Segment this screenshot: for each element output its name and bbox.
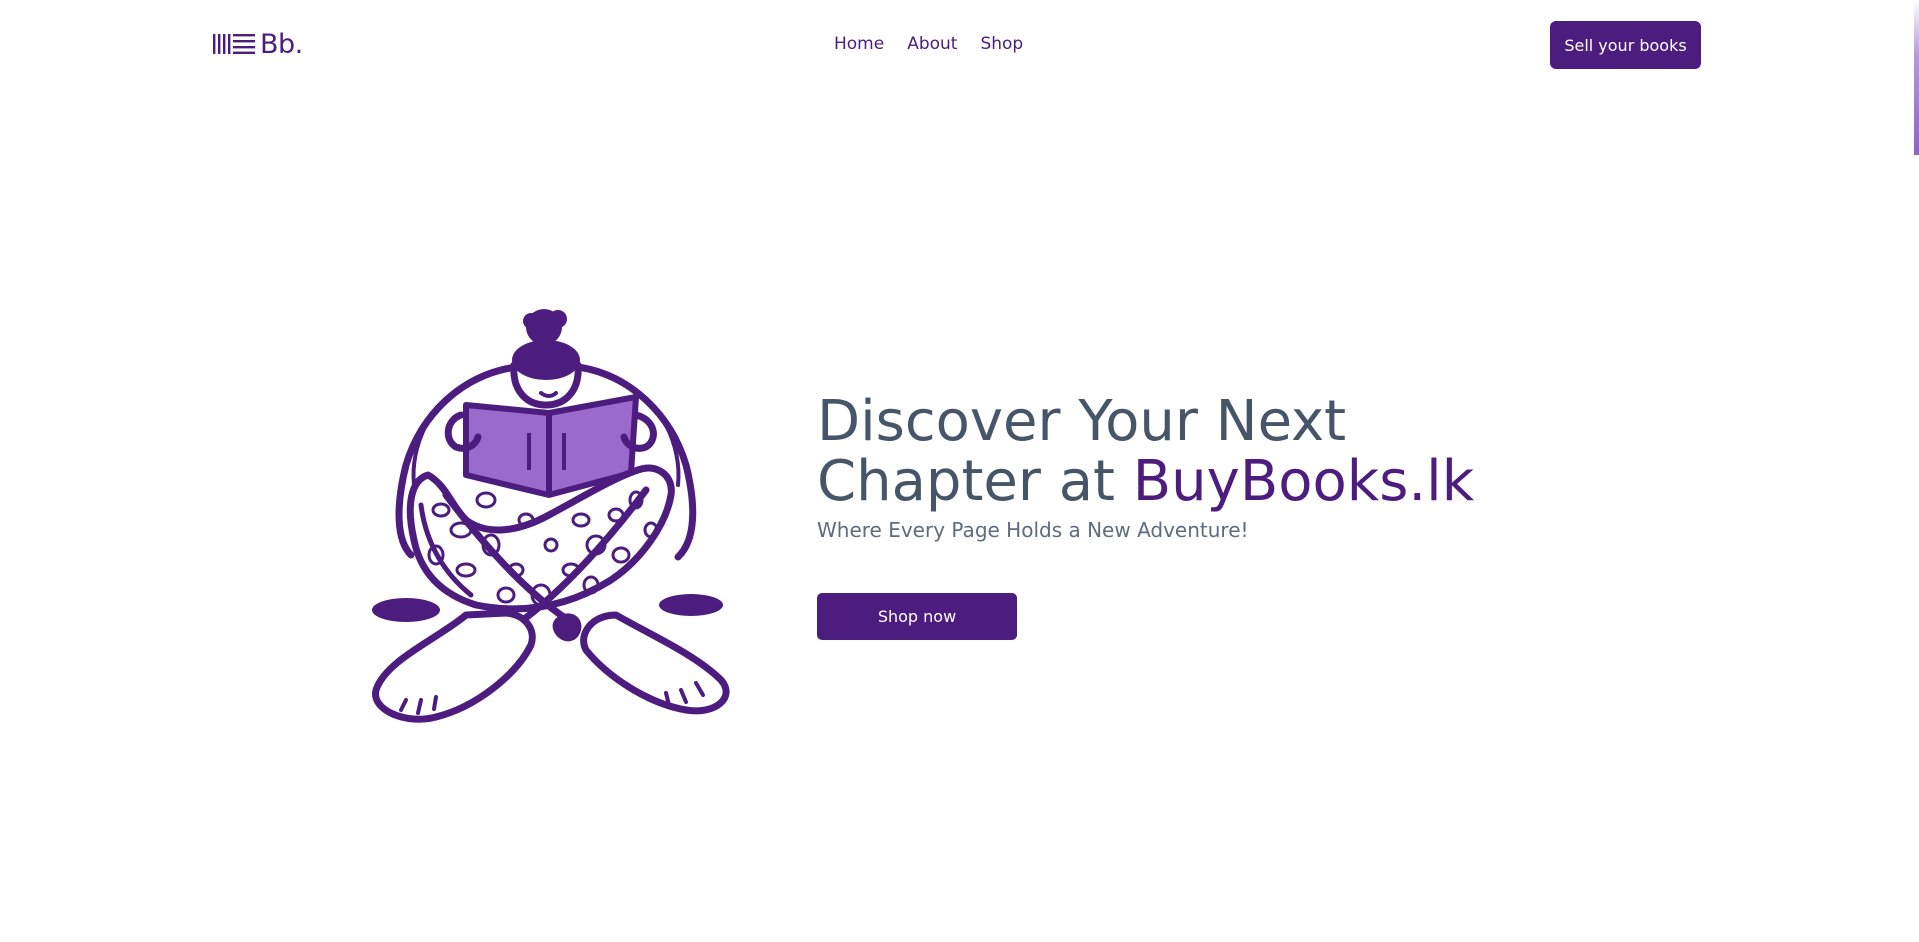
page: Bb. Home About Shop Sell your books Disc… xyxy=(0,0,1919,942)
hero-subtitle: Where Every Page Holds a New Adventure! xyxy=(817,518,1249,542)
nav-links: Home About Shop xyxy=(834,30,1046,58)
person-reading-book-illustration xyxy=(366,305,738,729)
sell-your-books-button[interactable]: Sell your books xyxy=(1550,21,1701,69)
hero-title: Discover Your Next Chapter at BuyBooks.lk xyxy=(817,392,1474,512)
nav-about-link[interactable]: About xyxy=(907,30,957,58)
logo[interactable]: Bb. xyxy=(212,28,303,60)
scrollbar[interactable] xyxy=(1914,0,1919,155)
hero-title-line2-prefix: Chapter at xyxy=(817,449,1133,514)
hero-title-line1: Discover Your Next xyxy=(817,389,1347,454)
nav-shop-link[interactable]: Shop xyxy=(980,30,1023,58)
hero-section: Discover Your Next Chapter at BuyBooks.lk… xyxy=(817,392,1474,543)
shop-now-button[interactable]: Shop now xyxy=(817,593,1017,640)
logo-text: Bb. xyxy=(260,28,303,60)
navbar: Bb. Home About Shop Sell your books xyxy=(0,0,1919,90)
book-stack-icon xyxy=(212,32,258,56)
hero-title-brand: BuyBooks.lk xyxy=(1132,449,1475,514)
nav-home-link[interactable]: Home xyxy=(834,30,884,58)
